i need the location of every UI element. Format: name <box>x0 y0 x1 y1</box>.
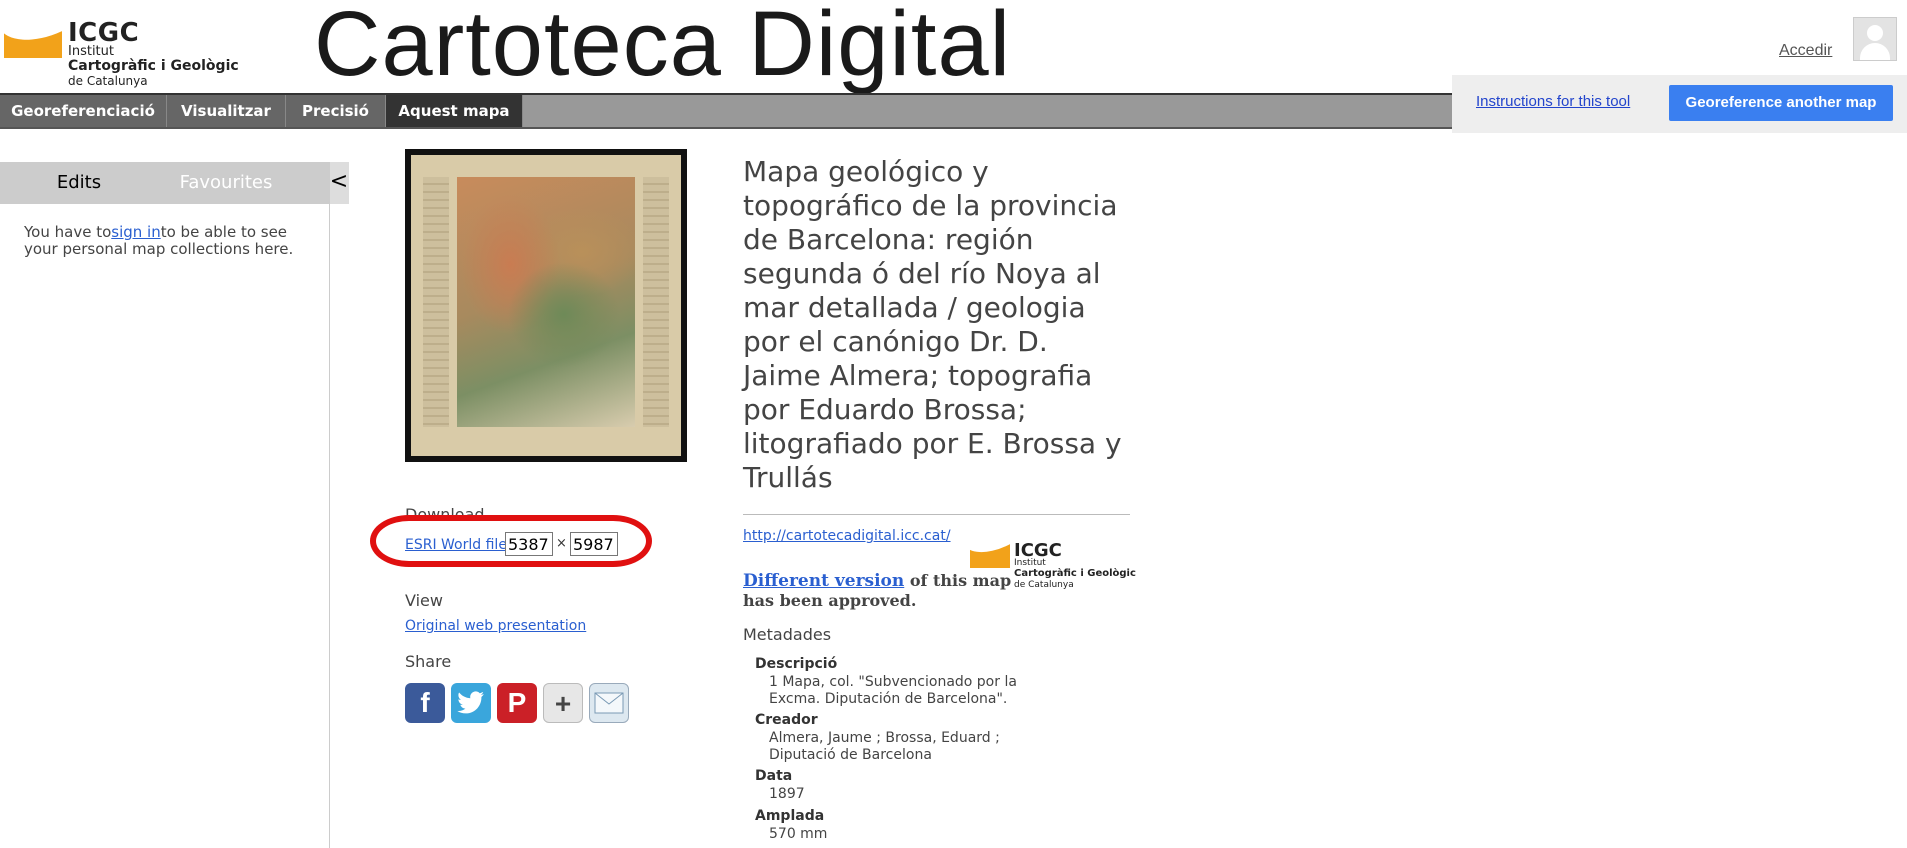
sign-in-message: You have tosign into be able to see your… <box>24 224 314 258</box>
facebook-icon[interactable]: f <box>405 683 445 723</box>
sidebar-collapse-button[interactable]: < <box>329 162 349 204</box>
login-link[interactable]: Accedir <box>1779 42 1832 60</box>
google-plus-icon[interactable]: + <box>543 683 583 723</box>
meta-value-data: 1897 <box>769 786 805 802</box>
user-body-icon <box>1860 43 1890 60</box>
meta-value-descripcio: 1 Mapa, col. "Subvencionado por la Excma… <box>769 674 1017 707</box>
source-link[interactable]: http://cartotecadigital.icc.cat/ <box>743 528 951 544</box>
email-icon[interactable] <box>589 683 629 723</box>
icgc-logo-mark[interactable] <box>4 4 62 58</box>
main-nav: Georeferenciació Visualitzar Precisió Aq… <box>0 93 1452 129</box>
logo-line-3: de Catalunya <box>68 74 148 88</box>
sidebar-tabs: Edits Favourites <box>0 162 329 204</box>
tab-visualitzar[interactable]: Visualitzar <box>167 95 286 127</box>
map-thumbnail[interactable] <box>405 149 687 462</box>
meta-value-amplada: 570 mm <box>769 826 828 842</box>
map-paper <box>411 155 681 456</box>
map-legend-left <box>423 177 449 427</box>
logo2-line-1: Institut <box>1014 558 1046 568</box>
map-legend-right <box>643 177 669 427</box>
original-web-presentation-link[interactable]: Original web presentation <box>405 618 586 634</box>
pinterest-icon[interactable]: P <box>497 683 537 723</box>
sidebar-divider <box>329 162 330 848</box>
logo-mark <box>970 530 1010 568</box>
tab-georeferenciacio[interactable]: Georeferenciació <box>0 95 167 127</box>
metadata-heading: Metadades <box>743 625 832 644</box>
map-image <box>457 177 635 427</box>
different-version-notice: Different version of this map has been a… <box>743 571 1015 610</box>
avatar[interactable] <box>1853 17 1897 61</box>
user-head-icon <box>1867 25 1883 41</box>
instructions-link[interactable]: Instructions for this tool <box>1476 93 1630 110</box>
georeference-another-map-button[interactable]: Georeference another map <box>1669 85 1893 121</box>
view-heading: View <box>405 591 443 610</box>
meta-key-amplada: Amplada <box>755 808 825 824</box>
share-heading: Share <box>405 652 452 671</box>
logo2-line-2: Cartogràfic i Geològic <box>1014 568 1136 579</box>
site-title: Cartoteca Digital <box>314 0 1012 95</box>
title-divider <box>743 514 1130 515</box>
twitter-icon[interactable] <box>451 683 491 723</box>
different-version-link[interactable]: Different version <box>743 571 904 591</box>
highlight-annotation <box>370 515 652 567</box>
tab-favourites[interactable]: Favourites <box>158 162 294 204</box>
sign-in-link[interactable]: sign in <box>111 223 160 241</box>
map-title: Mapa geológico y topográfico de la provi… <box>743 155 1122 494</box>
logo-line-2: Cartogràfic i Geològic <box>68 58 239 74</box>
meta-key-data: Data <box>755 768 793 784</box>
meta-key-creador: Creador <box>755 712 818 728</box>
meta-key-descripcio: Descripció <box>755 656 838 672</box>
logo2-line-3: de Catalunya <box>1014 580 1074 590</box>
message-prefix: You have to <box>24 223 112 241</box>
tab-precisio[interactable]: Precisió <box>286 95 386 127</box>
logo-line-1: Institut <box>68 44 114 59</box>
meta-value-creador: Almera, Jaume ; Brossa, Eduard ; Diputac… <box>769 730 1000 763</box>
tab-aquest-mapa[interactable]: Aquest mapa <box>386 95 523 127</box>
tab-edits[interactable]: Edits <box>0 162 158 204</box>
